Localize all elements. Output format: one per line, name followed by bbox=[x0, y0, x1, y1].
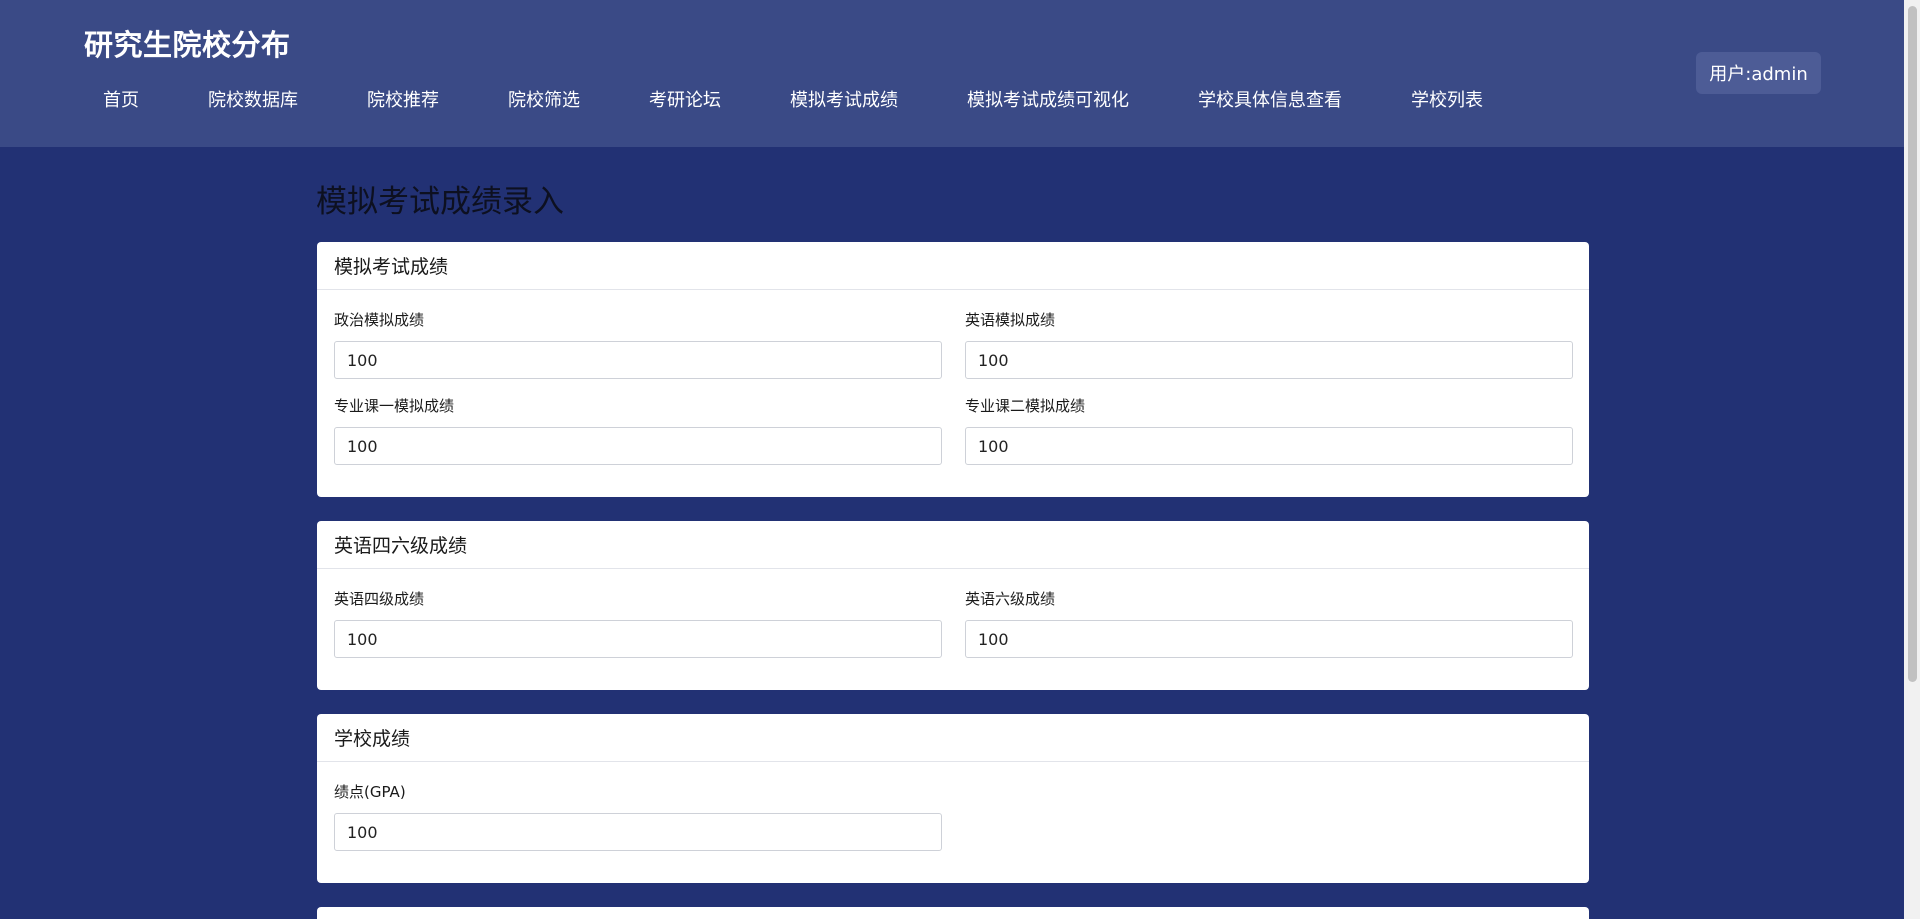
field-label: 英语模拟成绩 bbox=[965, 311, 1056, 329]
site-brand[interactable]: 研究生院校分布 bbox=[84, 22, 291, 64]
card-title: 模拟考试成绩 bbox=[317, 242, 1589, 290]
field-label: 英语四级成绩 bbox=[334, 590, 425, 608]
major1-score-input[interactable] bbox=[334, 427, 942, 465]
gpa-input[interactable] bbox=[334, 813, 942, 851]
page-scrollbar[interactable] bbox=[1904, 0, 1920, 919]
cet-card: 英语四六级成绩 英语四级成绩 英语六级成绩 bbox=[317, 521, 1589, 690]
major2-score-input[interactable] bbox=[965, 427, 1573, 465]
nav-item-school-database[interactable]: 院校数据库 bbox=[189, 86, 317, 112]
major1-field-group: 专业课一模拟成绩 bbox=[334, 395, 942, 465]
user-badge[interactable]: 用户:admin bbox=[1696, 52, 1821, 94]
field-label: 绩点(GPA) bbox=[334, 783, 406, 801]
nav-item-mock-visualization[interactable]: 模拟考试成绩可视化 bbox=[948, 86, 1148, 112]
top-header: 研究生院校分布 首页 院校数据库 院校推荐 院校筛选 考研论坛 模拟考试成绩 模… bbox=[0, 0, 1904, 147]
card-title: 英语四六级成绩 bbox=[317, 521, 1589, 569]
cet6-score-input[interactable] bbox=[965, 620, 1573, 658]
gpa-field-group: 绩点(GPA) bbox=[334, 781, 942, 851]
nav-item-mock-scores[interactable]: 模拟考试成绩 bbox=[771, 86, 917, 112]
english-score-input[interactable] bbox=[965, 341, 1573, 379]
school-score-card: 学校成绩 绩点(GPA) bbox=[317, 714, 1589, 883]
field-label: 专业课二模拟成绩 bbox=[965, 397, 1086, 415]
next-card-partial bbox=[317, 907, 1589, 919]
nav-item-school-list[interactable]: 学校列表 bbox=[1392, 86, 1502, 112]
cet6-field-group: 英语六级成绩 bbox=[965, 588, 1573, 658]
nav-item-forum[interactable]: 考研论坛 bbox=[630, 86, 740, 112]
nav-item-school-recommend[interactable]: 院校推荐 bbox=[348, 86, 458, 112]
cet4-score-input[interactable] bbox=[334, 620, 942, 658]
english-field-group: 英语模拟成绩 bbox=[965, 309, 1573, 379]
field-label: 英语六级成绩 bbox=[965, 590, 1056, 608]
nav-item-home[interactable]: 首页 bbox=[84, 86, 158, 112]
nav-item-school-detail[interactable]: 学校具体信息查看 bbox=[1179, 86, 1361, 112]
field-label: 政治模拟成绩 bbox=[334, 311, 425, 329]
page-title: 模拟考试成绩录入 bbox=[316, 184, 564, 220]
scrollbar-thumb[interactable] bbox=[1908, 6, 1917, 682]
field-label: 专业课一模拟成绩 bbox=[334, 397, 455, 415]
politics-score-input[interactable] bbox=[334, 341, 942, 379]
nav-item-school-filter[interactable]: 院校筛选 bbox=[489, 86, 599, 112]
major2-field-group: 专业课二模拟成绩 bbox=[965, 395, 1573, 465]
card-title: 学校成绩 bbox=[317, 714, 1589, 762]
cet4-field-group: 英语四级成绩 bbox=[334, 588, 942, 658]
main-nav: 首页 院校数据库 院校推荐 院校筛选 考研论坛 模拟考试成绩 模拟考试成绩可视化… bbox=[84, 84, 1502, 114]
mock-exam-card: 模拟考试成绩 政治模拟成绩 英语模拟成绩 专业课一模拟成绩 专业课二模拟成绩 bbox=[317, 242, 1589, 497]
politics-field-group: 政治模拟成绩 bbox=[334, 309, 942, 379]
